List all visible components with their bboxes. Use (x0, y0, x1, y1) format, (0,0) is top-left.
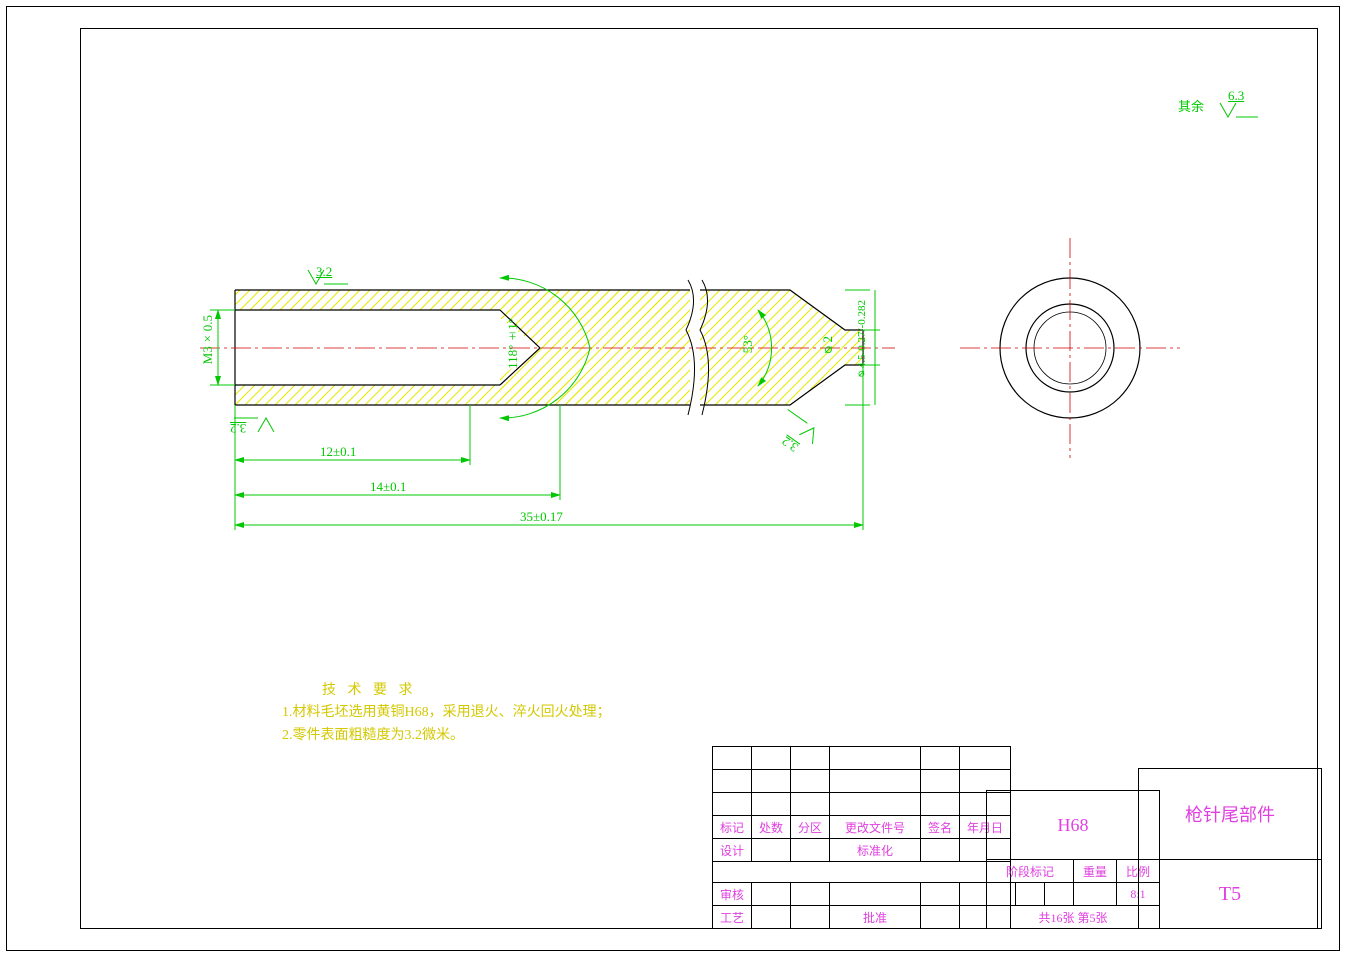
sheet-info: 共16张 第5张 (987, 906, 1160, 929)
tech-req-2: 2.零件表面粗糙度为3.2微米。 (282, 725, 611, 747)
dim-ang53: 53° (740, 335, 756, 353)
surface-prefix: 其余 (1178, 96, 1204, 115)
dim-thread: M3×0.5 (200, 315, 216, 364)
titleblock-mid: H68 阶段标记 重量 比例 8:1 共16张 第5张 (986, 790, 1160, 929)
hdr-changedoc: 更改文件号 (830, 816, 921, 839)
dim-dia2: ⌀2 (820, 336, 836, 358)
drawing-no: T5 (1139, 860, 1322, 929)
tech-req-1: 1.材料毛坯选用黄铜H68，采用退火、淬火回火处理； (282, 702, 611, 724)
ra-top: 3.2 (316, 264, 332, 280)
row-approve: 批准 (830, 906, 921, 929)
end-view (960, 238, 1180, 458)
titleblock-right: 枪针尾部件 T5 (1138, 768, 1322, 929)
row-standard: 标准化 (830, 839, 921, 862)
hdr-sign: 签名 (921, 816, 960, 839)
dim-12: 12±0.1 (320, 444, 356, 460)
dim-dia45: ⌀4.5-0.27/-0.282 (855, 300, 868, 381)
weight-lbl: 重量 (1074, 860, 1117, 883)
hdr-zone: 分区 (791, 816, 830, 839)
hdr-count: 处数 (752, 816, 791, 839)
dim-35: 35±0.17 (520, 509, 563, 525)
stage-mark: 阶段标记 (987, 860, 1074, 883)
section-view (200, 280, 895, 415)
revision-table: 标记 处数 分区 更改文件号 签名 年月日 设计 标准化 审核 工艺 批准 (712, 746, 1011, 929)
ra-bottom: 3.2 (230, 420, 246, 436)
hdr-mark: 标记 (713, 816, 752, 839)
part-name: 枪针尾部件 (1139, 769, 1322, 860)
dim-14: 14±0.1 (370, 479, 406, 495)
tech-req-block: 技 术 要 求 1.材料毛坯选用黄铜H68，采用退火、淬火回火处理； 2.零件表… (282, 680, 611, 747)
tech-req-title: 技 术 要 求 (282, 680, 611, 702)
material: H68 (987, 791, 1160, 860)
row-tech: 工艺 (713, 906, 752, 929)
surface-ra: 6.3 (1228, 88, 1244, 104)
row-check: 审核 (713, 883, 752, 906)
dim-ang118: 118°±1° (505, 318, 521, 369)
row-design: 设计 (713, 839, 752, 862)
